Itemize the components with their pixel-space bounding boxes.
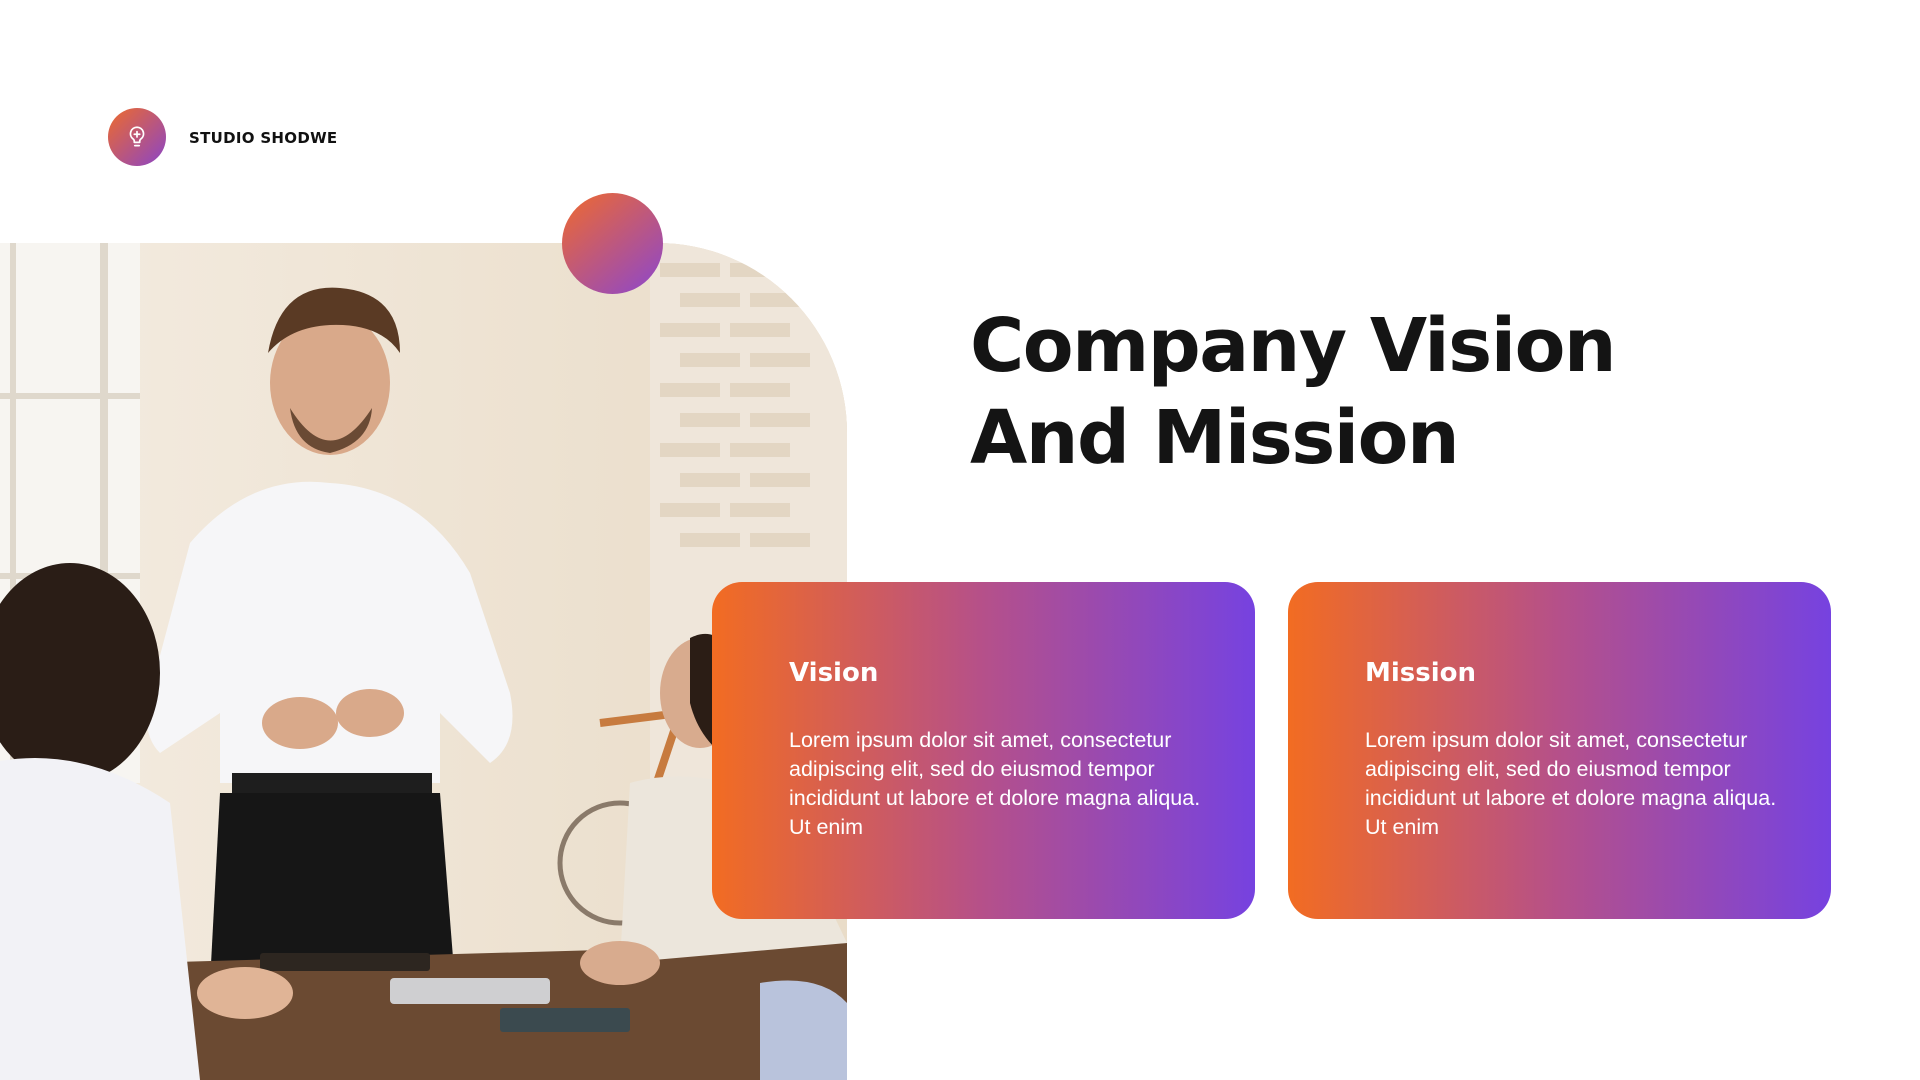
decorative-circle (562, 193, 663, 294)
page-title-line-2: And Mission (970, 395, 1460, 481)
page-title: Company Vision And Mission (970, 300, 1730, 484)
vision-card: Vision Lorem ipsum dolor sit amet, conse… (712, 582, 1255, 919)
mission-card-title: Mission (1365, 658, 1477, 688)
mission-card: Mission Lorem ipsum dolor sit amet, cons… (1288, 582, 1831, 919)
vision-card-body: Lorem ipsum dolor sit amet, consectetur … (789, 728, 1201, 839)
mission-card-body: Lorem ipsum dolor sit amet, consectetur … (1365, 728, 1777, 839)
lightbulb-icon (129, 126, 145, 147)
logo-badge (108, 108, 166, 166)
vision-card-title: Vision (789, 658, 879, 688)
brand-name: STUDIO SHODWE (189, 129, 338, 147)
page-title-line-1: Company Vision (970, 303, 1617, 389)
